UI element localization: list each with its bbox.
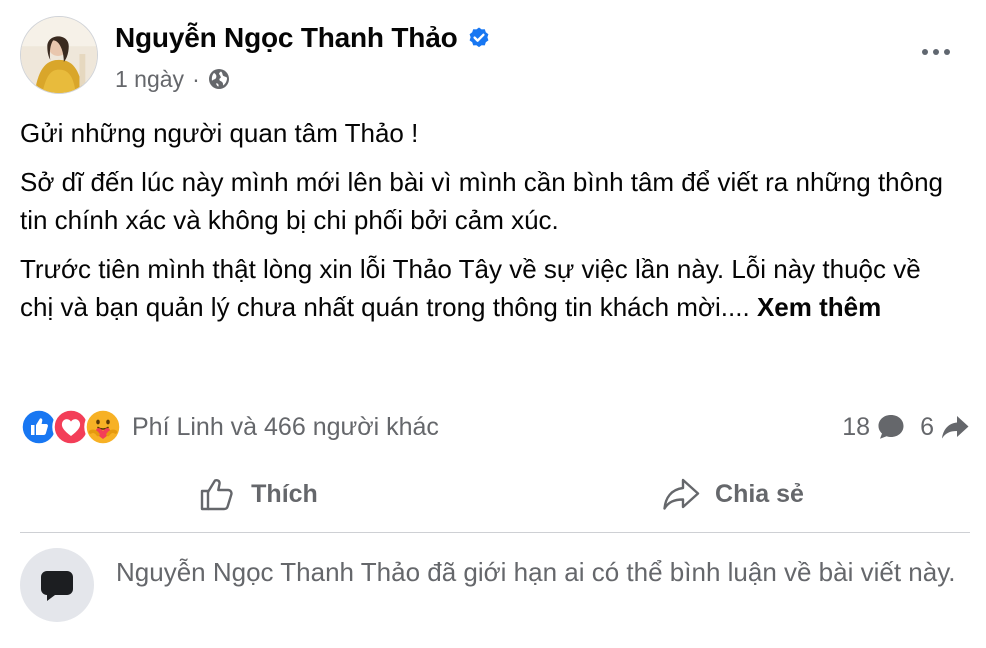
author-name[interactable]: Nguyễn Ngọc Thanh Thảo [115, 22, 458, 54]
post-meta: 1 ngày · [115, 64, 230, 94]
post-time[interactable]: 1 ngày [115, 66, 184, 93]
post-paragraph: Sở dĩ đến lúc này mình mới lên bài vì mì… [20, 166, 944, 236]
like-button[interactable]: Thích [20, 468, 495, 520]
avatar-photo [21, 17, 97, 93]
like-label: Thích [251, 479, 318, 508]
comments-count[interactable]: 18 [842, 412, 906, 442]
globe-icon[interactable] [208, 68, 230, 90]
author-avatar[interactable] [20, 16, 98, 94]
thumbs-up-icon [200, 479, 233, 511]
reaction-icons[interactable] [20, 408, 122, 446]
shares-count-value: 6 [920, 412, 934, 441]
share-icon [663, 478, 700, 510]
more-dot [922, 49, 928, 55]
post-text: Gửi những người quan tâm Thảo ! Sở dĩ đế… [20, 114, 950, 337]
notice-icon-circle [20, 548, 94, 622]
verified-badge-icon [470, 27, 489, 48]
comments-count-value: 18 [842, 412, 871, 441]
care-reaction-icon [84, 408, 122, 446]
post-paragraph: Gửi những người quan tâm Thảo ! [20, 118, 419, 148]
share-button[interactable]: Chia sẻ [495, 468, 970, 520]
engagement-counts: 18 6 [842, 412, 970, 442]
comment-icon [41, 571, 73, 601]
comment-restriction-notice: Nguyễn Ngọc Thanh Thảo đã giới hạn ai có… [20, 548, 970, 622]
section-divider [20, 532, 970, 533]
author-row: Nguyễn Ngọc Thanh Thảo [115, 20, 491, 56]
reactions-summary: Phí Linh và 466 người khác 18 6 [20, 407, 970, 447]
see-more-link[interactable]: Xem thêm [757, 292, 881, 322]
more-dot [933, 49, 939, 55]
reaction-summary-text[interactable]: Phí Linh và 466 người khác [132, 413, 439, 442]
post-paragraph: Trước tiên mình thật lòng xin lỗi Thảo T… [20, 250, 950, 327]
notice-text: Nguyễn Ngọc Thanh Thảo đã giới hạn ai có… [116, 557, 956, 587]
share-arrow-icon [942, 416, 969, 439]
comment-bubble-icon [878, 415, 904, 439]
more-dot [944, 49, 950, 55]
meta-separator: · [192, 65, 200, 92]
shares-count[interactable]: 6 [920, 412, 970, 442]
share-label: Chia sẻ [715, 479, 804, 508]
more-options-icon[interactable] [918, 40, 954, 64]
post-actions: Thích Chia sẻ [20, 468, 970, 520]
